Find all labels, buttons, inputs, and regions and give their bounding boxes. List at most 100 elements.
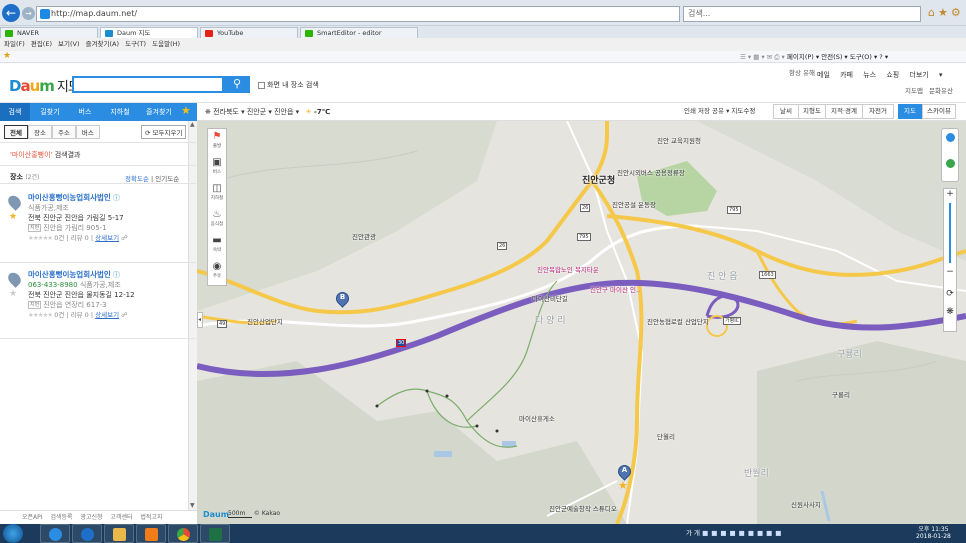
my-location-icon[interactable] [946, 133, 955, 142]
detail-link[interactable]: 상세보기 [95, 234, 119, 242]
zoom-track[interactable] [949, 203, 951, 263]
tab-naver[interactable]: NAVER [0, 27, 98, 38]
gear-icon[interactable]: ❋ [197, 108, 211, 116]
top-links-user[interactable]: 항상 유해 [789, 67, 815, 77]
start-button[interactable]: ⚑ 출발 [208, 130, 226, 152]
left-panel-scrollbar[interactable]: ▲ ▼ [188, 121, 197, 510]
bicycle-button[interactable]: 자전거 [862, 104, 894, 119]
traffic-icon[interactable] [946, 159, 955, 168]
subway-filter[interactable]: ◫ 지하철 [208, 182, 226, 208]
list-item[interactable]: 마이산홍뻥이농업회사법인 ⓘ 식품가공,제조 전북 진안군 진안읍 가림길 5-… [28, 193, 128, 243]
sort-accuracy[interactable]: 정확도순 [125, 175, 149, 183]
scroll-down-icon[interactable]: ▼ [190, 502, 196, 510]
taskbar-media[interactable] [136, 524, 166, 543]
jibun-tag: 지번 [28, 301, 42, 309]
label-tourism[interactable]: 진안관광 [352, 231, 376, 241]
map-tools[interactable]: 인쇄 저장 공유 ▾ 지도수정 [684, 104, 755, 119]
nav-subway[interactable]: 지하철 [102, 103, 138, 121]
label-education-office[interactable]: 진안 교육지원청 [657, 135, 701, 145]
zoom-in-icon[interactable]: + [944, 189, 956, 201]
list-item[interactable]: 마이산홍뻥이농업회사법인 ⓘ 063-433-8980 식품가공,제조 전북 진… [28, 270, 135, 320]
map-search-input[interactable] [72, 76, 224, 93]
clock[interactable]: 오후 11:35 2018-01-28 [916, 526, 951, 540]
favorite-star-icon[interactable]: ★ [181, 104, 191, 117]
compass-icon[interactable]: ❋ [944, 307, 956, 319]
forward-arrow-icon[interactable]: → [22, 7, 35, 20]
map-canvas[interactable]: 진안군청 진안 교육지원청 진안시외버스 공용정류장 진안공설 운동장 진안복합… [197, 121, 966, 524]
label-senior-welfare[interactable]: 진안복합노인 복지타운 [537, 264, 599, 274]
subtab-address[interactable]: 주소 [51, 125, 76, 139]
collapse-panel-handle[interactable]: ◂ [197, 312, 203, 328]
url-input[interactable]: http://map.daum.net/ [36, 6, 680, 22]
back-arrow-icon[interactable]: ← [2, 4, 20, 22]
sort-popular[interactable]: 인기도순 [155, 175, 179, 183]
label-industrial[interactable]: 진안산업단지 [247, 316, 283, 326]
result-name[interactable]: 마이산홍뻥이농업회사법인 [28, 270, 111, 279]
map-mode-button[interactable]: 지도 [898, 104, 922, 119]
region-selector[interactable]: 전라북도 ▾ 진안군 ▾ 진안읍 ▾ [213, 108, 299, 116]
taskbar-explorer[interactable] [104, 524, 134, 543]
ime-indicator[interactable]: 가 개 [686, 529, 700, 537]
label-rest-area[interactable]: 마이산휴게소 [519, 413, 555, 423]
label-art-studio[interactable]: 진안군예술창작 스튜디오 [549, 503, 617, 513]
zoom-control[interactable]: + − ⟳ ❋ [943, 188, 957, 332]
lodging-filter[interactable]: ▬ 숙박 [208, 234, 226, 260]
map-scale: 500m © Kakao [228, 510, 280, 518]
favorites-star-icon[interactable]: ★ [0, 51, 11, 61]
detail-link[interactable]: 상세보기 [95, 311, 119, 319]
scroll-up-icon[interactable]: ▲ [190, 121, 196, 129]
cadastral-button[interactable]: 지적·경계 [825, 104, 863, 119]
marker-b[interactable]: B [333, 289, 352, 310]
top-links[interactable]: 메일 카페 뉴스 쇼핑 더보기 ▾ [817, 70, 942, 80]
in-screen-search-checkbox[interactable]: 화면 내 장소 검색 [258, 80, 319, 90]
label-danwol[interactable]: 단월리 [657, 431, 675, 441]
taskbar-chrome[interactable] [168, 524, 198, 543]
windows-start-icon[interactable] [3, 524, 23, 543]
gas-filter[interactable]: ◉ 주유 [208, 260, 226, 286]
zoom-out-icon[interactable]: − [944, 267, 956, 279]
command-bar[interactable]: ☰ ▾ ▦ ▾ ✉ ⎙ ▾ 페이지(P) ▾ 안전(S) ▾ 도구(O) ▾ ?… [740, 51, 966, 63]
subtab-bus[interactable]: 버스 [75, 125, 100, 139]
tab-daum-map[interactable]: Daum 지도 [100, 27, 198, 38]
menu-bar[interactable]: 파일(F) 편집(E) 보기(V) 즐겨찾기(A) 도구(T) 도움말(H) [0, 38, 966, 51]
restaurant-filter[interactable]: ♨ 음식점 [208, 208, 226, 234]
label-silk-road[interactable]: 마이산비단길 [532, 293, 568, 303]
nav-directions[interactable]: 길찾기 [32, 103, 68, 121]
terrain-button[interactable]: 지형도 [798, 104, 826, 119]
daum-map-logo[interactable]: Daum 지도 [9, 76, 80, 95]
gas-icon: ◉ [212, 261, 222, 272]
nav-search[interactable]: 검색 [0, 103, 30, 121]
subtab-all[interactable]: 전체 [4, 125, 28, 139]
tab-youtube[interactable]: YouTube [200, 27, 298, 38]
favorite-star-icon[interactable]: ★ [9, 212, 17, 222]
tab-smarteditor[interactable]: SmartEditor - editor [300, 27, 418, 38]
result-name[interactable]: 마이산홍뻥이농업회사법인 [28, 193, 111, 202]
clear-all-button[interactable]: ⟳ 모두지우기 [141, 125, 187, 139]
label-industrial-complex[interactable]: 진안농협로컬 산업단지 [647, 316, 709, 326]
footer-links[interactable]: 오픈API 검색등록 광고신청 고객센터 법적고지 [0, 510, 197, 524]
bus-filter[interactable]: ▣ 버스 [208, 156, 226, 182]
rotate-icon[interactable]: ⟳ [944, 289, 956, 301]
label-stadium[interactable]: 진안공설 운동장 [612, 199, 656, 209]
label-maisan[interactable]: 진안구 마이산 인.. [590, 284, 640, 294]
sub-links[interactable]: 지도맵 문화유산 [905, 85, 953, 95]
home-star-gear-icons[interactable]: ⌂★⚙ [928, 6, 964, 22]
browser-search-input[interactable]: 검색... [683, 6, 921, 22]
subtab-place[interactable]: 장소 [27, 125, 52, 139]
search-button[interactable]: ⚲ [224, 76, 250, 93]
tray-icons[interactable]: ■■■■■■■■■ [702, 529, 784, 537]
nav-bus[interactable]: 버스 [70, 103, 100, 121]
favorite-star-icon[interactable]: ★ [9, 289, 17, 299]
label-jinan-county-office[interactable]: 진안군청 [582, 173, 615, 186]
taskbar-ie[interactable] [40, 524, 70, 543]
taskbar-excel[interactable] [200, 524, 230, 543]
taskbar-ie-active[interactable] [72, 524, 102, 543]
clock-date: 2018-01-28 [916, 533, 951, 540]
skyview-mode-button[interactable]: 스카이뷰 [922, 104, 956, 119]
label-guryong-ri[interactable]: 구룡리 [832, 389, 850, 399]
rating-stars: ★★★★★ [28, 311, 53, 319]
nav-favorites[interactable]: 즐겨찾기 [140, 103, 178, 121]
weather-button[interactable]: 날씨 [773, 104, 799, 119]
label-sinwon-temple[interactable]: 신원사사지 [791, 499, 821, 509]
label-bus-terminal[interactable]: 진안시외버스 공용정류장 [617, 167, 685, 177]
